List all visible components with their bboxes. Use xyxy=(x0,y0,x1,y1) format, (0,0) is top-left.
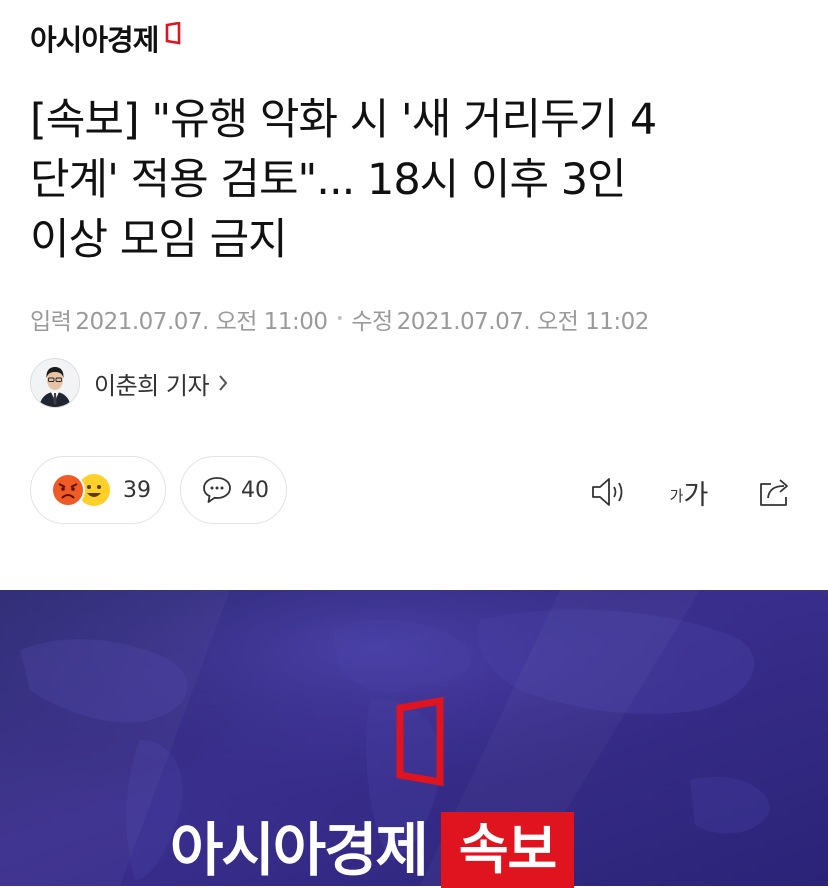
font-size-small: 가 xyxy=(669,486,684,505)
headline-line-3: 이상 모임 금지 xyxy=(30,215,288,265)
comment-count: 40 xyxy=(241,477,269,503)
audio-button[interactable] xyxy=(588,472,630,512)
reaction-emojis xyxy=(51,472,115,508)
published-label: 입력 xyxy=(30,309,72,335)
chevron-right-icon xyxy=(219,375,228,391)
separator-dot: • xyxy=(335,311,344,327)
share-icon xyxy=(760,479,788,506)
published-value: 2021.07.07. 오전 11:00 xyxy=(75,309,328,335)
comment-bubble-icon xyxy=(203,477,231,503)
speaker-icon xyxy=(592,478,623,506)
brand-logo[interactable]: 아시아경제 xyxy=(30,20,182,60)
reaction-button[interactable]: 39 xyxy=(30,456,166,524)
article-headline: [속보] "유행 악화 시 '새 거리두기 4 단계' 적용 검토"... 18… xyxy=(30,90,800,270)
reporter-photo-icon xyxy=(31,359,79,407)
reporter-avatar xyxy=(30,358,80,408)
headline-line-2: 단계' 적용 검토"... 18시 이후 3인 xyxy=(30,155,627,205)
modified-label: 수정 xyxy=(351,309,393,335)
reaction-count: 39 xyxy=(123,477,151,503)
breaking-badge: 속보 xyxy=(440,812,575,888)
share-button[interactable] xyxy=(754,472,796,512)
brand-name: 아시아경제 xyxy=(30,23,159,57)
headline-line-1: [속보] "유행 악화 시 '새 거리두기 4 xyxy=(30,95,657,145)
brand-logo-mark-icon xyxy=(166,22,181,45)
reporter-link[interactable]: 이춘희 기자 xyxy=(30,358,229,408)
angry-emoji-icon xyxy=(51,473,85,507)
modified-value: 2021.07.07. 오전 11:02 xyxy=(396,309,650,335)
article-dates: 입력 2021.07.07. 오전 11:00 • 수정 2021.07.07.… xyxy=(30,302,649,336)
banner-title: 아시아경제 속보 xyxy=(170,812,575,888)
font-size-button[interactable]: 가 가 xyxy=(664,472,714,512)
font-size-large: 가 xyxy=(683,479,709,511)
comment-button[interactable]: 40 xyxy=(180,456,287,524)
reporter-name: 이춘희 기자 xyxy=(94,371,210,400)
banner-brand: 아시아경제 xyxy=(170,816,429,884)
